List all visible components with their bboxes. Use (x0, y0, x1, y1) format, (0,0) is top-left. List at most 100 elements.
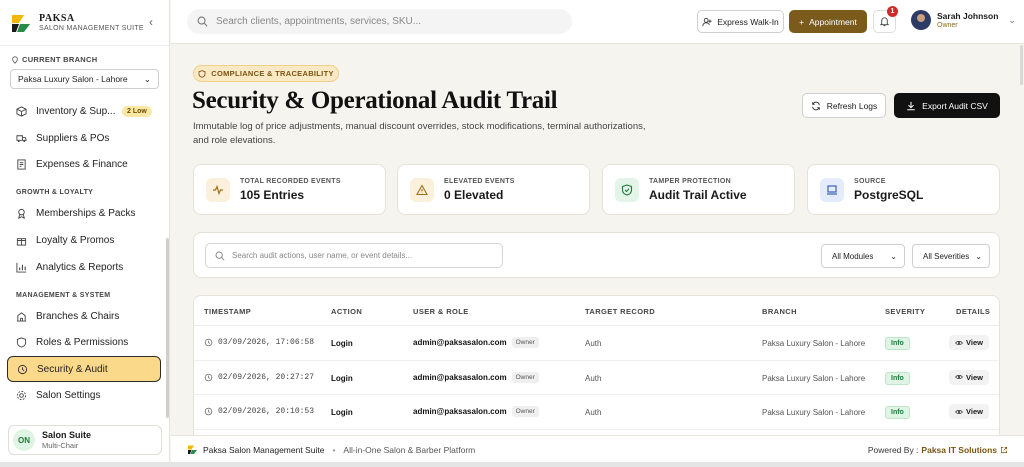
stat-value: PostgreSQL (854, 187, 924, 202)
external-link-icon[interactable] (1000, 446, 1008, 454)
column-header-timestamp[interactable]: TIMESTAMP (204, 307, 251, 316)
notification-count-badge: 1 (887, 6, 898, 17)
search-icon (215, 251, 225, 261)
horizontal-scrollbar[interactable] (0, 462, 1024, 467)
plus-icon: + (799, 16, 805, 27)
status-badge: ON (13, 429, 35, 451)
footer-tagline: All-in-One Salon & Barber Platform (343, 444, 476, 455)
sidebar-item-label: Loyalty & Promos (36, 235, 115, 247)
clock-icon (204, 338, 213, 347)
search-input[interactable]: Search clients, appointments, services, … (216, 16, 421, 27)
stat-card-total-events: TOTAL RECORDED EVENTS 105 Entries (193, 164, 386, 215)
sidebar-item-inventory[interactable]: Inventory & Sup... 2 Low (0, 98, 170, 125)
global-search[interactable]: Search clients, appointments, services, … (187, 9, 572, 34)
sidebar-item-label: Branches & Chairs (36, 310, 120, 322)
column-header-branch[interactable]: BRANCH (762, 307, 797, 316)
new-appointment-button[interactable]: + Appointment (789, 10, 867, 33)
column-header-details: DETAILS (956, 307, 991, 316)
user-cell: admin@paksasalon.com Owner (413, 406, 539, 417)
stat-icon-box (410, 177, 434, 202)
main-content: COMPLIANCE & TRACEABILITY Security & Ope… (171, 45, 1019, 435)
action-cell: Login (331, 408, 353, 417)
stat-label: SOURCE (854, 177, 886, 185)
nav-section-growth: GROWTH & LOYALTY (16, 189, 94, 197)
page-scrollbar[interactable] (1020, 45, 1023, 85)
box-icon (16, 106, 27, 117)
chevron-down-icon: ⌄ (975, 251, 982, 261)
suite-subtitle: Multi-Chair (42, 441, 79, 450)
column-header-user-role[interactable]: USER & ROLE (413, 307, 469, 316)
view-details-button[interactable]: View (949, 369, 989, 385)
sidebar-item-security-audit[interactable]: Security & Audit (7, 356, 161, 383)
gear-icon (16, 390, 27, 401)
timestamp-cell: 02/09/2026, 20:27:27 (204, 373, 314, 382)
table-row[interactable]: 02/09/2026, 20:27:27 Login admin@paksasa… (194, 361, 999, 395)
sidebar-item-label: Expenses & Finance (36, 159, 128, 171)
clock-icon (204, 407, 213, 416)
company-link[interactable]: Paksa IT Solutions (921, 445, 997, 455)
action-cell: Login (331, 339, 353, 348)
target-cell: Auth (585, 339, 602, 348)
chevron-down-icon: ⌄ (890, 251, 897, 261)
stat-label: TAMPER PROTECTION (649, 177, 731, 185)
user-menu[interactable]: Sarah Johnson Owner ⌄ (911, 10, 1016, 30)
sidebar-item-branches[interactable]: Branches & Chairs (0, 303, 170, 330)
topbar: Search clients, appointments, services, … (171, 0, 1024, 44)
footer-app-name: Paksa Salon Management Suite (203, 444, 325, 455)
download-icon (907, 101, 915, 110)
building-icon (16, 311, 27, 322)
role-pill: Owner (511, 406, 539, 417)
severity-badge: Info (885, 337, 910, 350)
low-stock-badge: 2 Low (122, 105, 152, 117)
severity-filter-select[interactable]: All Severities ⌄ (912, 244, 990, 268)
history-icon (17, 364, 28, 375)
audit-search[interactable]: Search audit actions, user name, or even… (205, 243, 503, 268)
table-row[interactable]: 02/09/2026, 20:10:53 Login admin@paksasa… (194, 395, 999, 430)
audit-filter-bar: Search audit actions, user name, or even… (193, 232, 1000, 278)
sidebar-item-label: Salon Settings (36, 390, 101, 402)
footer: Paksa Salon Management Suite • All-in-On… (171, 435, 1024, 462)
avatar (911, 10, 931, 30)
clock-icon (204, 373, 213, 381)
column-header-target[interactable]: TARGET RECORD (585, 307, 655, 316)
sidebar-item-roles[interactable]: Roles & Permissions (0, 330, 170, 357)
branch-select[interactable]: Paksa Luxury Salon - Lahore ⌄ (10, 69, 159, 89)
severity-badge: Info (885, 371, 910, 385)
timestamp-cell: 03/09/2026, 17:06:58 (204, 338, 314, 347)
paksa-logo-icon (188, 445, 197, 454)
brand-name: PAKSA (39, 13, 75, 24)
export-audit-csv-button[interactable]: Export Audit CSV (894, 93, 1000, 118)
sidebar-item-analytics[interactable]: Analytics & Reports (0, 254, 170, 281)
timestamp-cell: 02/09/2026, 20:10:53 (204, 407, 314, 416)
sidebar-item-label: Security & Audit (37, 363, 108, 375)
express-walkin-button[interactable]: Express Walk-In (697, 10, 784, 33)
sidebar-item-settings[interactable]: Salon Settings (0, 382, 170, 409)
stat-value: 0 Elevated (444, 187, 504, 202)
user-cell: admin@paksasalon.com Owner (413, 337, 539, 348)
table-row[interactable]: 03/09/2026, 17:06:58 Login admin@paksasa… (194, 326, 999, 361)
sidebar-item-label: Suppliers & POs (36, 132, 110, 144)
sidebar-item-label: Analytics & Reports (36, 261, 124, 273)
stat-label: ELEVATED EVENTS (444, 177, 515, 185)
column-header-action[interactable]: ACTION (331, 307, 362, 316)
user-email: admin@paksasalon.com (413, 407, 507, 416)
sidebar-item-suppliers[interactable]: Suppliers & POs (0, 125, 170, 152)
refresh-logs-button[interactable]: Refresh Logs (802, 93, 886, 118)
audit-search-input[interactable]: Search audit actions, user name, or even… (232, 251, 412, 260)
collapse-sidebar-icon[interactable]: ‹ (149, 15, 153, 29)
paksa-logo-icon (10, 12, 32, 34)
view-details-button[interactable]: View (949, 335, 989, 350)
module-filter-select[interactable]: All Modules ⌄ (821, 244, 905, 268)
location-pin-icon (12, 55, 18, 64)
stat-card-source: SOURCE PostgreSQL (807, 164, 1000, 215)
compliance-badge: COMPLIANCE & TRACEABILITY (193, 65, 339, 82)
sidebar-item-memberships[interactable]: Memberships & Packs (0, 200, 170, 227)
column-header-severity[interactable]: SEVERITY (885, 307, 925, 316)
sidebar-scrollbar[interactable] (166, 238, 169, 418)
view-details-button[interactable]: View (949, 404, 989, 419)
sidebar-item-loyalty[interactable]: Loyalty & Promos (0, 227, 170, 254)
shield-icon (198, 69, 206, 78)
stat-label: TOTAL RECORDED EVENTS (240, 177, 341, 185)
sidebar-item-expenses[interactable]: Expenses & Finance (0, 152, 170, 179)
receipt-icon (16, 159, 27, 171)
